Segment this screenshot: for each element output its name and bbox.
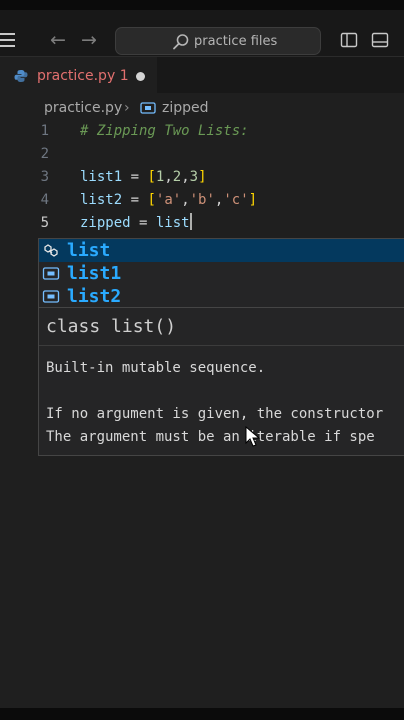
suggestion-label: list1 bbox=[67, 263, 122, 284]
suggestion-item[interactable]: list1 bbox=[39, 262, 404, 285]
line-number: 1 bbox=[40, 123, 49, 139]
tab-practice-py[interactable]: practice.py 1 bbox=[0, 57, 157, 94]
line-number: 2 bbox=[40, 146, 49, 162]
tab-bar: practice.py 1 bbox=[0, 57, 404, 94]
code-text: zipped = list bbox=[80, 212, 192, 235]
line-number: 5 bbox=[40, 215, 49, 231]
code-tokens: list2 = ['a','b','c'] bbox=[80, 192, 258, 208]
mouse-pointer-icon bbox=[245, 426, 261, 447]
bottom-edge bbox=[0, 708, 404, 720]
title-bar: ← → practice files bbox=[0, 10, 404, 57]
suggestion-label: list2 bbox=[67, 286, 122, 307]
code-line: 1 # Zipping Two Lists: bbox=[0, 120, 404, 143]
doc-line: Built-in mutable sequence. bbox=[46, 360, 266, 376]
breadcrumb-symbol[interactable]: zipped bbox=[162, 97, 209, 119]
suggestion-item[interactable]: list bbox=[39, 239, 404, 262]
arrow-left-icon[interactable]: ← bbox=[47, 28, 69, 52]
doc-line: The argument must be an iterable if spe bbox=[46, 429, 375, 445]
class-icon bbox=[44, 244, 58, 257]
line-number: 3 bbox=[40, 169, 49, 185]
variable-icon bbox=[42, 267, 60, 280]
search-icon bbox=[173, 34, 189, 50]
menu-icon[interactable] bbox=[0, 33, 16, 47]
chevron-right-icon: › bbox=[124, 100, 130, 116]
breadcrumb-file[interactable]: practice.py bbox=[44, 97, 122, 119]
code-tokens: list1 = [1,2,3] bbox=[80, 169, 207, 185]
code-line: 2 bbox=[0, 143, 404, 166]
tab-problem-count: 1 bbox=[119, 68, 129, 84]
code-line: 5 zipped = list bbox=[0, 212, 404, 235]
suggestion-item[interactable]: list2 bbox=[39, 285, 404, 308]
code-text: list1 = [1,2,3] bbox=[80, 166, 207, 189]
signature: class list() bbox=[46, 316, 177, 337]
tab-file-name: practice.py bbox=[37, 68, 116, 84]
line-number: 4 bbox=[40, 192, 49, 208]
code-text: list2 = ['a','b','c'] bbox=[80, 189, 257, 212]
toggle-sidebar-icon[interactable] bbox=[340, 31, 358, 49]
python-file-icon bbox=[14, 70, 28, 82]
doc-line: If no argument is given, the constructor bbox=[46, 406, 384, 422]
code-tokens: zipped = list bbox=[80, 215, 190, 231]
divider bbox=[39, 345, 404, 346]
toggle-panel-icon[interactable] bbox=[371, 31, 389, 49]
suggestion-details: class list() Built-in mutable sequence. … bbox=[38, 308, 404, 456]
code-line: 4 list2 = ['a','b','c'] bbox=[0, 189, 404, 212]
suggestion-label: list bbox=[67, 240, 111, 261]
variable-icon bbox=[42, 290, 60, 303]
variable-icon bbox=[140, 102, 156, 114]
suggestion-widget: list list1 list2 bbox=[38, 238, 404, 308]
code-line: 3 list1 = [1,2,3] bbox=[0, 166, 404, 189]
unsaved-dot-icon[interactable] bbox=[136, 72, 145, 81]
search-text: practice files bbox=[194, 34, 278, 49]
code-text: # Zipping Two Lists: bbox=[80, 123, 249, 139]
command-center-search[interactable]: practice files bbox=[115, 27, 321, 55]
arrow-right-icon[interactable]: → bbox=[78, 28, 100, 52]
breadcrumb: practice.py › zipped bbox=[0, 97, 404, 119]
text-cursor bbox=[189, 213, 192, 230]
top-edge bbox=[0, 0, 404, 10]
